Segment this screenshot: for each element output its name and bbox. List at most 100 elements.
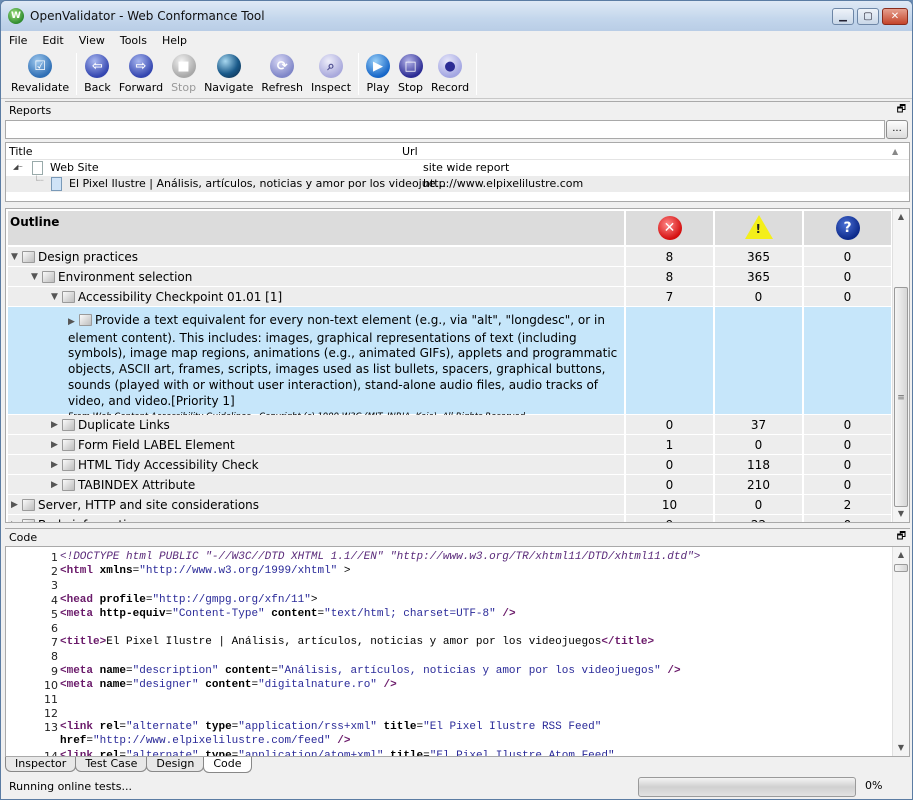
collapse-arrow-icon[interactable]: ▼: [51, 290, 62, 302]
outline-row[interactable]: ▶ Form Field LABEL Element 1 0 0: [8, 435, 893, 454]
play-button[interactable]: ▶ Play: [362, 49, 394, 97]
outline-row[interactable]: ▶ Server, HTTP and site considerations 10 0…: [8, 495, 893, 514]
scroll-thumb[interactable]: [894, 564, 908, 572]
code-line: 13 <link rel="alternate" type="applicatio…: [6, 721, 891, 735]
code-token-txt: =: [126, 678, 133, 691]
code-line: 2 <html xmlns="http://www.w3.org/1999/xht…: [6, 565, 891, 579]
collapse-arrow-icon[interactable]: ▼: [31, 270, 42, 282]
maximize-button[interactable]: ▢: [857, 8, 879, 25]
tab-test-case[interactable]: Test Case: [75, 757, 148, 772]
inspect-button[interactable]: ⌕ Inspect: [307, 49, 355, 97]
scroll-up-arrow[interactable]: ▲: [893, 547, 909, 563]
refresh-button[interactable]: ⟳ Refresh: [257, 49, 307, 97]
scroll-down-arrow[interactable]: ▼: [893, 740, 909, 756]
folder-icon: [62, 419, 75, 431]
restore-panel-icon[interactable]: 🗗: [897, 102, 906, 119]
code-token-attr: type: [205, 721, 232, 734]
code-token-val: "http://www.elpixelilustre.com/feed": [93, 735, 331, 748]
unknown-count: 0: [804, 287, 891, 306]
outline-item-label: HTML Tidy Accessibility Check: [78, 458, 259, 472]
line-number: 5: [51, 607, 58, 621]
outline-row[interactable]: ▶ HTML Tidy Accessibility Check 0 118 0: [8, 455, 893, 474]
expand-arrow-icon[interactable]: ▶: [11, 518, 22, 522]
scroll-down-arrow[interactable]: ▼: [893, 506, 909, 522]
status-text: Running online tests...: [9, 780, 132, 793]
outline-scrollbar[interactable]: ▲ ≡ ▼: [892, 209, 909, 522]
warnings-count: 118: [715, 455, 802, 474]
menu-tools[interactable]: Tools: [112, 34, 154, 47]
code-source: <link rel="alternate" type="application/…: [60, 750, 615, 756]
close-button[interactable]: ✕: [882, 8, 908, 25]
record-button[interactable]: ● Record: [427, 49, 473, 97]
revalidate-button[interactable]: ☑ Revalidate: [7, 49, 73, 97]
code-source: <meta name="description" content="Anális…: [60, 665, 681, 677]
unknown-count: 0: [804, 455, 891, 474]
folder-icon: [62, 479, 75, 491]
unknown-count: 0: [804, 515, 891, 522]
errors-count: 9: [626, 515, 713, 522]
scroll-up-arrow[interactable]: ▲: [893, 209, 909, 225]
code-token-tag: <title>: [60, 636, 107, 649]
warnings-count: 365: [715, 247, 802, 266]
warnings-count: 22: [715, 515, 802, 522]
menu-view[interactable]: View: [71, 34, 112, 47]
column-header-title[interactable]: Title: [9, 145, 33, 158]
line-number: 14: [44, 749, 58, 757]
tab-code[interactable]: Code: [203, 757, 252, 773]
tree-expand-icon[interactable]: ◢┄: [13, 163, 23, 171]
scroll-thumb[interactable]: ≡: [894, 287, 908, 507]
outline-item-name: ▶ HTML Tidy Accessibility Check: [8, 455, 624, 474]
column-header-url[interactable]: Url: [402, 145, 418, 158]
title-bar[interactable]: W OpenValidator - Web Conformance Tool ▁…: [1, 1, 912, 31]
report-row-website[interactable]: ◢┄ Web Site site wide report: [6, 160, 909, 176]
expand-arrow-icon[interactable]: ▶: [51, 478, 62, 490]
forward-button[interactable]: ⇨ Forward: [115, 49, 167, 97]
code-token-val: "application/rss+xml": [238, 721, 377, 734]
outline-item-name: ▼ Accessibility Checkpoint 01.01 [1]: [8, 287, 624, 306]
unknown-column-header[interactable]: ?: [804, 211, 891, 245]
folder-icon: [79, 314, 92, 326]
code-viewer[interactable]: 1 <!DOCTYPE html PUBLIC "-//W3C//DTD XHTM…: [5, 546, 910, 757]
tab-inspector[interactable]: Inspector: [5, 757, 77, 772]
outline-row[interactable]: ▶ Duplicate Links 0 37 0: [8, 415, 893, 434]
toolbar-separator: [76, 53, 78, 95]
code-panel-title: Code: [9, 530, 38, 544]
errors-count: 0: [626, 415, 713, 434]
errors-column-header[interactable]: ✕: [626, 211, 713, 245]
reports-panel-header: Reports 🗗: [5, 101, 910, 118]
reports-filter-input[interactable]: [5, 120, 885, 139]
minimize-button[interactable]: ▁: [832, 8, 854, 25]
expand-arrow-icon[interactable]: ▶: [51, 438, 62, 450]
tab-design[interactable]: Design: [146, 757, 205, 772]
restore-panel-icon[interactable]: 🗗: [897, 529, 906, 546]
outline-row[interactable]: ▼ Design practices 8 365 0: [8, 247, 893, 266]
expand-arrow-icon[interactable]: ▶: [68, 313, 79, 331]
code-token-txt: El Pixel Ilustre | Análisis, artículos, …: [106, 636, 602, 649]
report-row-page[interactable]: └┄ El Pixel Ilustre | Análisis, artículo…: [6, 176, 909, 192]
browse-button[interactable]: ...: [886, 120, 908, 139]
outline-item-name: ▶ Server, HTTP and site considerations: [8, 495, 624, 514]
outline-row[interactable]: ▼ Accessibility Checkpoint 01.01 [1] 7 0 0: [8, 287, 893, 306]
collapse-arrow-icon[interactable]: ▼: [11, 250, 22, 262]
warnings-column-header[interactable]: !: [715, 211, 802, 245]
outline-row[interactable]: ▶ TABINDEX Attribute 0 210 0: [8, 475, 893, 494]
outline-row[interactable]: ▶ Provide a text equivalent for every non…: [8, 307, 893, 422]
menu-file[interactable]: File: [1, 34, 34, 47]
menu-help[interactable]: Help: [154, 34, 194, 47]
expand-arrow-icon[interactable]: ▶: [51, 418, 62, 430]
code-scrollbar[interactable]: ▲ ▼: [892, 547, 909, 756]
stop-navigation-button[interactable]: ■ Stop: [167, 49, 200, 97]
navigate-button[interactable]: Navigate: [200, 49, 257, 97]
menu-edit[interactable]: Edit: [34, 34, 70, 47]
code-line: 10 <meta name="designer" content="digital…: [6, 679, 891, 693]
outline-row[interactable]: ▶ Body information 9220: [8, 515, 893, 522]
outline-row[interactable]: ▼ Environment selection 8 365 0: [8, 267, 893, 286]
expand-arrow-icon[interactable]: ▶: [11, 498, 22, 510]
stop-playback-button[interactable]: □ Stop: [394, 49, 427, 97]
back-button[interactable]: ⇦ Back: [80, 49, 115, 97]
progress-percent: 0%: [865, 779, 883, 792]
expand-arrow-icon[interactable]: ▶: [51, 458, 62, 470]
page-document-icon: [51, 177, 62, 191]
code-source: <meta http-equiv="Content-Type" content=…: [60, 608, 516, 620]
